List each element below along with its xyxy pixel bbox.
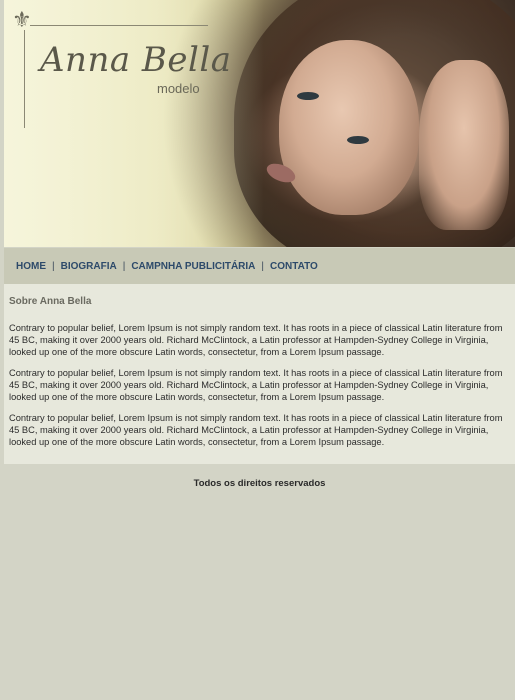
paragraph: Contrary to popular belief, Lorem Ipsum … xyxy=(9,323,503,357)
about-section: Sobre Anna Bella Contrary to popular bel… xyxy=(4,284,515,464)
paragraph: Contrary to popular belief, Lorem Ipsum … xyxy=(9,368,503,402)
nav-separator: | xyxy=(52,260,55,272)
nav-item-biografia[interactable]: BIOGRAFIA xyxy=(61,261,117,272)
decorative-horizontal-line xyxy=(30,25,208,26)
nav-item-contato[interactable]: CONTATO xyxy=(270,261,318,272)
nav-item-home[interactable]: HOME xyxy=(16,261,46,272)
nav-separator: | xyxy=(122,260,126,272)
paragraph: Contrary to popular belief, Lorem Ipsum … xyxy=(9,413,503,447)
nav-item-campanha[interactable]: CAMPNHA PUBLICITÁRIA xyxy=(131,261,255,272)
footer-text: Todos os direitos reservados xyxy=(193,478,326,489)
header-banner: ⚜ Anna Bella modelo xyxy=(4,0,515,247)
brand-title: Anna Bella xyxy=(40,40,232,80)
brand-subtitle: modelo xyxy=(157,81,200,96)
section-heading: Sobre Anna Bella xyxy=(9,296,92,307)
nav-separator: | xyxy=(261,260,265,272)
page: ⚜ Anna Bella modelo HOME | BIOGRAFIA | C… xyxy=(4,0,515,489)
decorative-vertical-line xyxy=(24,30,25,128)
fleur-de-lis-icon: ⚜ xyxy=(12,8,32,33)
main-nav: HOME | BIOGRAFIA | CAMPNHA PUBLICITÁRIA … xyxy=(4,248,515,284)
